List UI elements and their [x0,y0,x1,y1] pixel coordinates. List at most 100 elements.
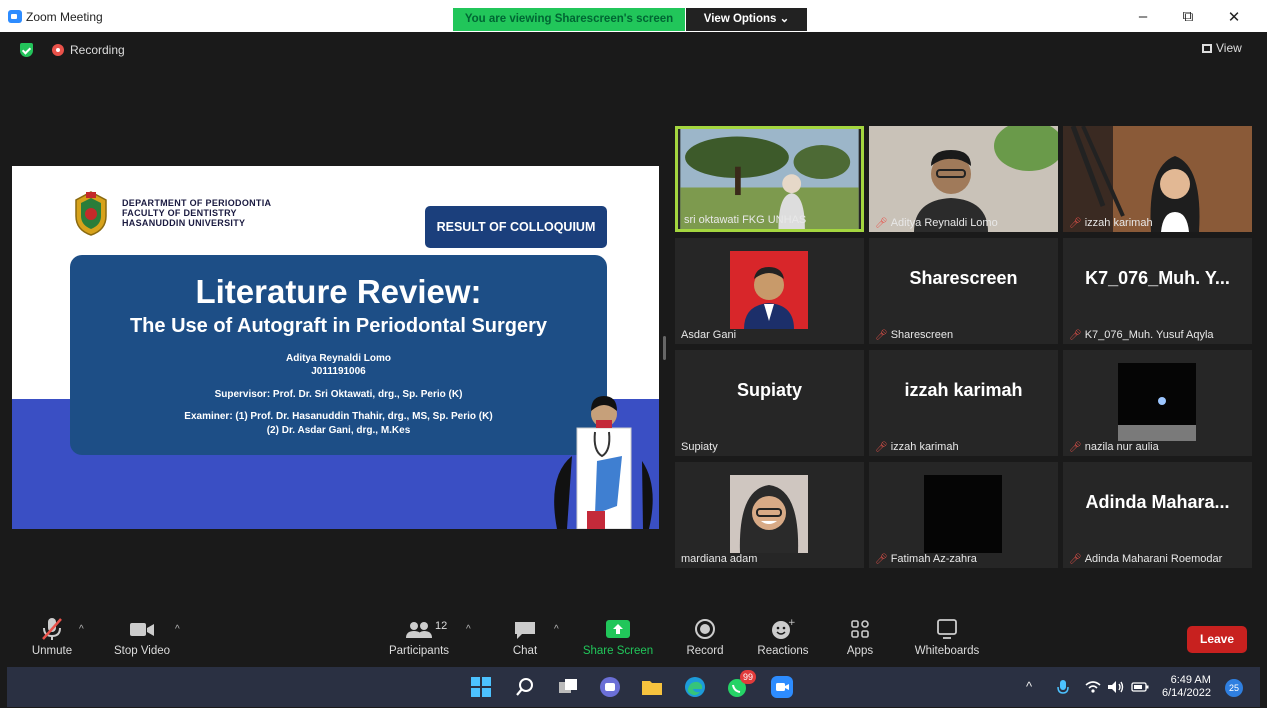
splitter-handle[interactable] [663,336,666,360]
participants-icon [406,622,432,638]
battery-icon[interactable] [1131,682,1149,692]
slide-title: Literature Review: [195,273,482,310]
participant-name: Fatimah Az-zahra [890,553,977,565]
show-hidden-icons-chevron-icon[interactable]: ^ [1026,679,1032,694]
reactions-button[interactable]: + Reactions [755,612,811,657]
taskbar-clock[interactable]: 6:49 AM 6/14/2022 [1162,674,1211,700]
participant-tile[interactable]: 🎤︎ izzah karimah [1063,126,1252,232]
search-icon[interactable] [514,676,536,698]
edge-browser-icon[interactable] [684,676,706,698]
student-id: J011191006 [311,366,366,377]
participant-display-name: Adinda Mahara... [1085,492,1230,512]
minimize-button[interactable]: – [1133,8,1153,25]
chat-label: Chat [512,645,538,657]
mic-muted-icon: 🎤︎ [875,330,888,341]
unmute-label: Unmute [31,645,73,657]
chat-button[interactable]: Chat [505,612,545,657]
leave-button[interactable]: Leave [1187,626,1247,653]
chat-bubble-icon [515,622,535,639]
examiner-line-2: (2) Dr. Asdar Gani, drg., M.Kes [266,425,411,436]
svg-text:+: + [788,618,795,628]
participant-name: Adinda Maharani Roemodar [1084,553,1223,565]
whiteboards-button[interactable]: Whiteboards [909,612,985,657]
share-screen-button[interactable]: Share Screen [578,612,658,657]
security-shield-icon[interactable] [20,43,33,57]
participant-name-label: Asdar Gani [681,329,736,341]
video-options-caret[interactable]: ^ [175,624,180,635]
participant-name-label: 🎤︎ Sharescreen [875,329,953,341]
participants-options-caret[interactable]: ^ [466,624,471,635]
participant-tile[interactable]: izzah karimah 🎤︎ izzah karimah [869,350,1058,456]
view-options-button[interactable]: View Options ⌄ [686,8,807,31]
participants-label: Participants [388,645,450,657]
zoom-taskbar-icon[interactable] [771,676,793,698]
participant-name: mardiana adam [681,553,758,565]
participant-name-label: 🎤︎ izzah karimah [1069,217,1153,229]
mic-muted-icon [42,618,62,640]
participant-tile[interactable]: 🎤︎ nazila nur aulia [1063,350,1252,456]
participants-button[interactable]: 12 Participants [383,612,455,657]
mic-muted-icon: 🎤︎ [1069,554,1082,565]
meeting-area: Recording View DEPARTMENT OF PERIODONTIA… [7,32,1260,612]
participant-tile[interactable]: Asdar Gani [675,238,864,344]
participant-display-name: K7_076_Muh. Y... [1085,268,1230,288]
record-button[interactable]: Record [680,612,730,657]
unmute-button[interactable]: Unmute [21,612,83,657]
participant-tile[interactable]: K7_076_Muh. Y... 🎤︎ K7_076_Muh. Yusuf Aqyl… [1063,238,1252,344]
whiteboards-label: Whiteboards [914,645,980,657]
slide-subtitle: The Use of Autograft in Periodontal Surg… [129,315,548,337]
video-camera-icon [130,623,154,636]
grid-icon [1202,44,1212,53]
participant-name-label: sri oktawati FKG UNHAS [684,214,806,226]
zoom-app-icon [8,10,22,23]
participant-display-name: izzah karimah [904,380,1023,400]
participant-name: sri oktawati FKG UNHAS [684,214,807,226]
participant-name: izzah karimah [890,441,959,453]
title-bar: Zoom Meeting You are viewing Sharescreen… [0,0,1267,32]
profile-photo-red [730,251,808,329]
supervisor-line: Supervisor: Prof. Dr. Sri Oktawati, drg.… [214,389,463,400]
participant-tile[interactable]: Adinda Mahara... 🎤︎ Adinda Maharani Roemod… [1063,462,1252,568]
clock-time: 6:49 AM [1170,674,1211,686]
reactions-smiley-icon: + [772,618,796,639]
whiteboard-icon [937,619,957,639]
participant-name-label: 🎤︎ izzah karimah [875,441,959,453]
wifi-icon[interactable] [1085,680,1101,694]
mic-muted-icon: 🎤︎ [875,218,888,229]
recording-label: Recording [70,43,125,57]
participant-tile[interactable]: 🎤︎ Fatimah Az-zahra [869,462,1058,568]
volume-icon[interactable] [1107,680,1125,694]
participant-tile[interactable]: 🎤︎ Aditya Reynaldi Lomo [869,126,1058,232]
participant-name: Aditya Reynaldi Lomo [890,217,998,229]
windows-start-icon[interactable] [470,676,492,698]
restore-button[interactable]: ⧉ [1178,8,1198,25]
reactions-label: Reactions [757,645,809,657]
participants-count: 12 [435,620,448,632]
audio-options-caret[interactable]: ^ [79,624,84,635]
view-button[interactable]: View [1202,41,1242,55]
participant-name-label: 🎤︎ Adinda Maharani Roemodar [1069,553,1222,565]
participant-tile[interactable]: sri oktawati FKG UNHAS [675,126,864,232]
participant-tile[interactable]: Supiaty Supiaty [675,350,864,456]
chat-options-caret[interactable]: ^ [554,624,559,635]
mic-muted-icon: 🎤︎ [875,442,888,453]
file-explorer-icon[interactable] [641,676,663,698]
participant-tile[interactable]: mardiana adam [675,462,864,568]
participant-name: izzah karimah [1084,217,1153,229]
author-name: Aditya Reynaldi Lomo [285,353,391,364]
participant-name-label: 🎤︎ K7_076_Muh. Yusuf Aqyla [1069,329,1214,341]
task-view-icon[interactable] [557,676,579,698]
record-icon [695,619,715,639]
teams-chat-icon[interactable] [599,676,621,698]
participant-tile[interactable]: Sharescreen 🎤︎ Sharescreen [869,238,1058,344]
close-button[interactable]: ✕ [1224,8,1244,26]
microphone-tray-icon[interactable] [1057,680,1069,696]
apps-button[interactable]: Apps [841,612,879,657]
notification-count-badge[interactable]: 25 [1225,679,1243,697]
mic-muted-icon: 🎤︎ [1069,442,1082,453]
mic-muted-icon: 🎤︎ [875,554,888,565]
share-screen-icon [606,620,630,638]
stop-video-button[interactable]: Stop Video [105,612,179,657]
stop-video-label: Stop Video [113,645,171,657]
result-badge: RESULT OF COLLOQUIUM [425,206,607,248]
